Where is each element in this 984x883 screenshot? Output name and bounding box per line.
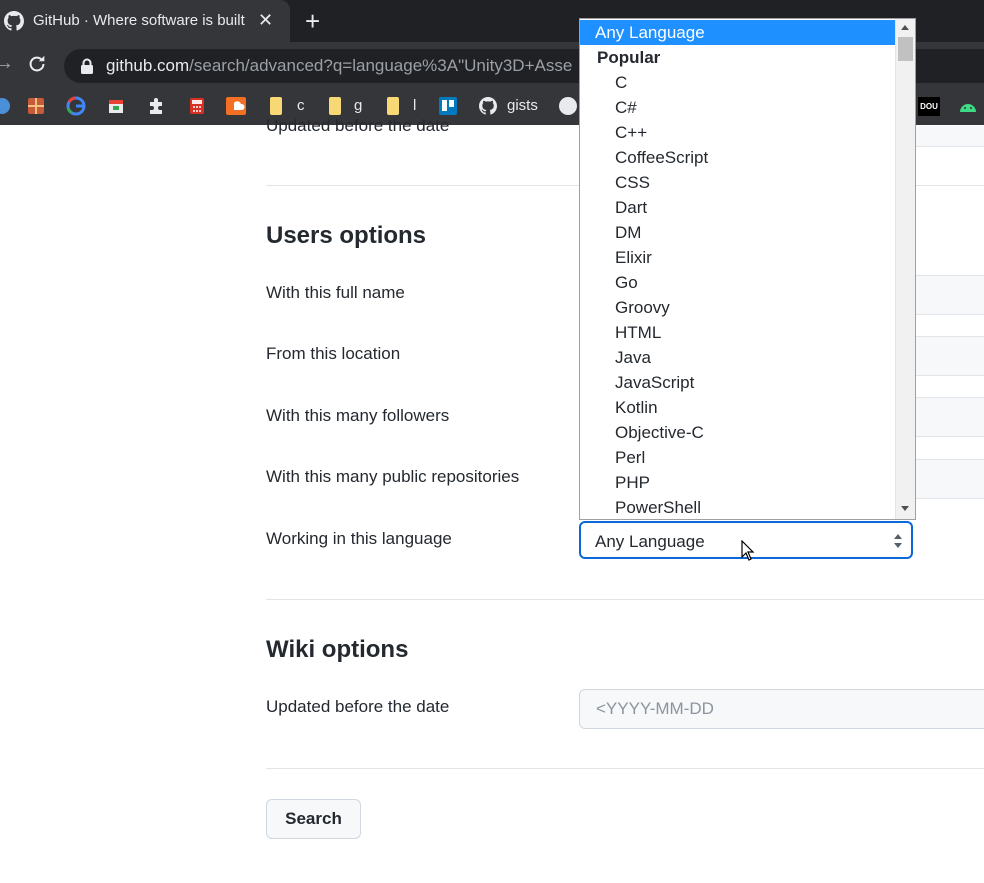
bookmark-label[interactable]: l: [413, 97, 416, 114]
option-any-language[interactable]: Any Language: [580, 20, 896, 45]
language-option[interactable]: Kotlin: [580, 395, 915, 420]
folder-icon[interactable]: [325, 96, 345, 116]
divider: [266, 768, 984, 769]
bookmark-store-icon[interactable]: [106, 96, 126, 116]
language-option[interactable]: Perl: [580, 445, 915, 470]
bookmark-blue-icon[interactable]: [0, 96, 12, 116]
lock-icon: [81, 58, 93, 74]
users-options-title: Users options: [266, 222, 427, 249]
url-host: github.com: [106, 56, 190, 75]
calculator-icon[interactable]: [187, 96, 207, 116]
trello-icon[interactable]: [438, 96, 458, 116]
language-option[interactable]: CoffeeScript: [580, 145, 915, 170]
language-option[interactable]: Objective-C: [580, 420, 915, 445]
github-icon[interactable]: [478, 96, 498, 116]
dou-label: DOU: [918, 96, 940, 116]
bookmark-label[interactable]: g: [354, 97, 362, 114]
search-button[interactable]: Search: [266, 799, 361, 839]
language-option[interactable]: Go: [580, 270, 915, 295]
select-arrows-icon: [894, 534, 902, 548]
dou-icon[interactable]: DOU: [918, 96, 940, 116]
folder-icon[interactable]: [266, 96, 286, 116]
browser-tab[interactable]: GitHub · Where software is built ✕: [0, 0, 290, 42]
clipped-updated-label: Updated before the date: [266, 116, 450, 135]
wiki-options-title: Wiki options: [266, 636, 409, 663]
folder-icon[interactable]: [383, 96, 403, 116]
url-path: /search/advanced?q=language%3A"Unity3D+A…: [189, 56, 573, 75]
url-text: github.com/search/advanced?q=language%3A…: [106, 56, 572, 76]
scrollbar-thumb[interactable]: [898, 37, 913, 61]
language-option[interactable]: HTML: [580, 320, 915, 345]
github-icon[interactable]: [558, 96, 578, 116]
language-option[interactable]: JavaScript: [580, 370, 915, 395]
tab-title: GitHub · Where software is built: [33, 12, 245, 29]
scroll-down-icon[interactable]: [901, 506, 909, 511]
language-option[interactable]: C#: [580, 95, 915, 120]
soundcloud-icon[interactable]: [226, 96, 246, 116]
full-name-label: With this full name: [266, 283, 405, 302]
android-icon[interactable]: [958, 96, 978, 116]
language-option[interactable]: PHP: [580, 470, 915, 495]
location-label: From this location: [266, 344, 401, 363]
google-icon[interactable]: [66, 96, 86, 116]
language-select-value: Any Language: [595, 532, 705, 551]
language-option[interactable]: Java: [580, 345, 915, 370]
language-label: Working in this language: [266, 529, 452, 548]
scroll-up-icon[interactable]: [901, 25, 909, 30]
language-option[interactable]: Groovy: [580, 295, 915, 320]
language-option[interactable]: CSS: [580, 170, 915, 195]
language-option[interactable]: Dart: [580, 195, 915, 220]
reload-icon[interactable]: [26, 53, 48, 75]
dropdown-scrollbar[interactable]: [895, 19, 915, 519]
language-option[interactable]: C++: [580, 120, 915, 145]
language-option[interactable]: DM: [580, 220, 915, 245]
followers-label: With this many followers: [266, 406, 450, 425]
extension-puzzle-icon[interactable]: [146, 96, 166, 116]
language-option[interactable]: C: [580, 70, 915, 95]
new-tab-button[interactable]: +: [305, 6, 320, 36]
bookmark-label[interactable]: c: [297, 97, 305, 114]
public-repos-label: With this many public repositories: [266, 467, 520, 486]
bookmark-label[interactable]: gists: [507, 97, 538, 114]
language-option[interactable]: Elixir: [580, 245, 915, 270]
forward-icon[interactable]: →: [0, 52, 14, 75]
wiki-date-input[interactable]: [579, 689, 984, 729]
github-icon: [4, 11, 24, 31]
bookmark-shield-icon[interactable]: [26, 96, 46, 116]
tab-close-icon[interactable]: ✕: [258, 9, 273, 31]
wiki-date-label: Updated before the date: [266, 697, 450, 716]
optgroup-popular: Popular: [597, 48, 661, 67]
language-dropdown-list[interactable]: Any Language Popular C C# C++ CoffeeScript C…: [579, 18, 916, 520]
language-option[interactable]: PowerShell: [580, 495, 915, 519]
mouse-cursor-icon: [741, 540, 755, 561]
divider: [266, 599, 984, 600]
